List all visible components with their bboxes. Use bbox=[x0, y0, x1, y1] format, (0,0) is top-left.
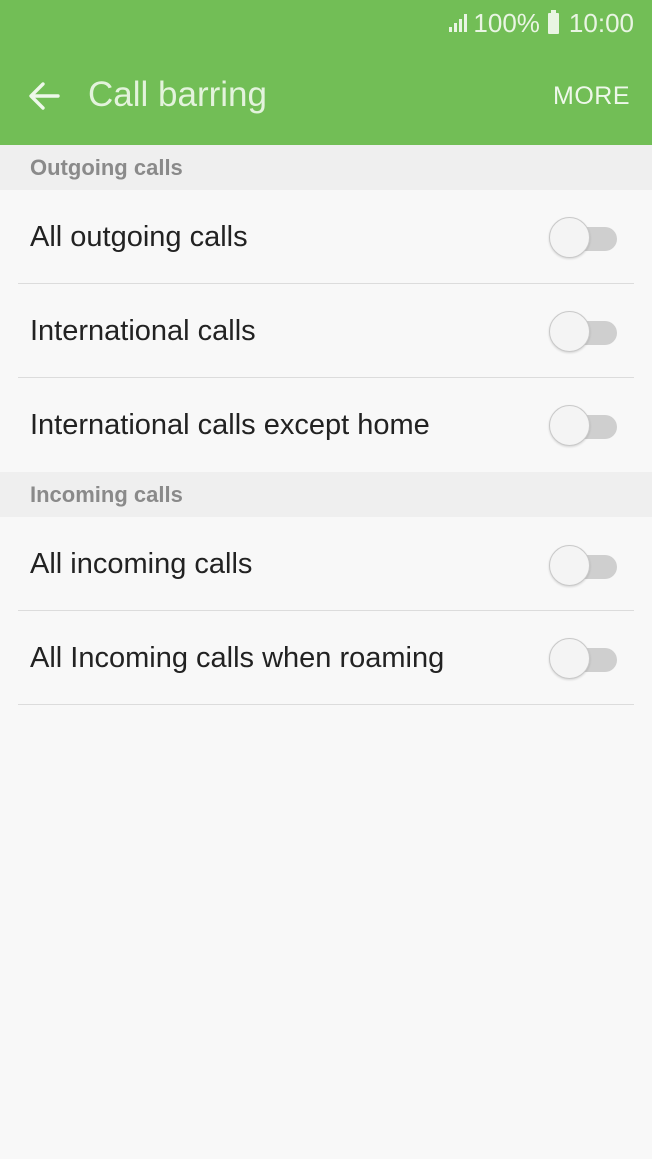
setting-row-incoming-roaming[interactable]: All Incoming calls when roaming bbox=[0, 612, 652, 705]
signal-icon bbox=[449, 14, 468, 32]
more-button[interactable]: MORE bbox=[553, 82, 630, 111]
toggle-switch[interactable] bbox=[549, 545, 619, 587]
toggle-switch[interactable] bbox=[549, 217, 619, 259]
clock: 10:00 bbox=[568, 7, 634, 38]
toggle-switch[interactable] bbox=[549, 311, 619, 353]
battery-icon bbox=[547, 9, 559, 34]
toggle-knob bbox=[549, 311, 590, 352]
section-header-outgoing: Outgoing calls bbox=[0, 145, 652, 190]
divider bbox=[18, 610, 634, 611]
divider bbox=[18, 283, 634, 284]
setting-label: All incoming calls bbox=[30, 548, 253, 580]
toggle-switch[interactable] bbox=[549, 638, 619, 680]
app-bar: 100% 10:00 Call barring MORE bbox=[0, 0, 652, 145]
divider bbox=[18, 704, 634, 705]
toggle-knob bbox=[549, 638, 590, 679]
toggle-switch[interactable] bbox=[549, 405, 619, 447]
toggle-knob bbox=[549, 217, 590, 258]
battery-percent: 100% bbox=[473, 7, 540, 38]
setting-label: All outgoing calls bbox=[30, 221, 248, 253]
page-title: Call barring bbox=[88, 75, 267, 114]
divider bbox=[18, 377, 634, 378]
setting-row-all-outgoing[interactable]: All outgoing calls bbox=[0, 191, 652, 284]
status-bar: 100% 10:00 bbox=[449, 6, 634, 40]
section-header-incoming: Incoming calls bbox=[0, 472, 652, 517]
setting-label: International calls except home bbox=[30, 409, 430, 441]
setting-row-all-incoming[interactable]: All incoming calls bbox=[0, 518, 652, 611]
setting-row-international[interactable]: International calls bbox=[0, 285, 652, 378]
setting-label: International calls bbox=[30, 315, 256, 347]
setting-row-international-except-home[interactable]: International calls except home bbox=[0, 379, 652, 472]
toggle-knob bbox=[549, 545, 590, 586]
back-arrow-icon[interactable] bbox=[26, 78, 62, 114]
setting-label: All Incoming calls when roaming bbox=[30, 642, 445, 674]
toggle-knob bbox=[549, 405, 590, 446]
